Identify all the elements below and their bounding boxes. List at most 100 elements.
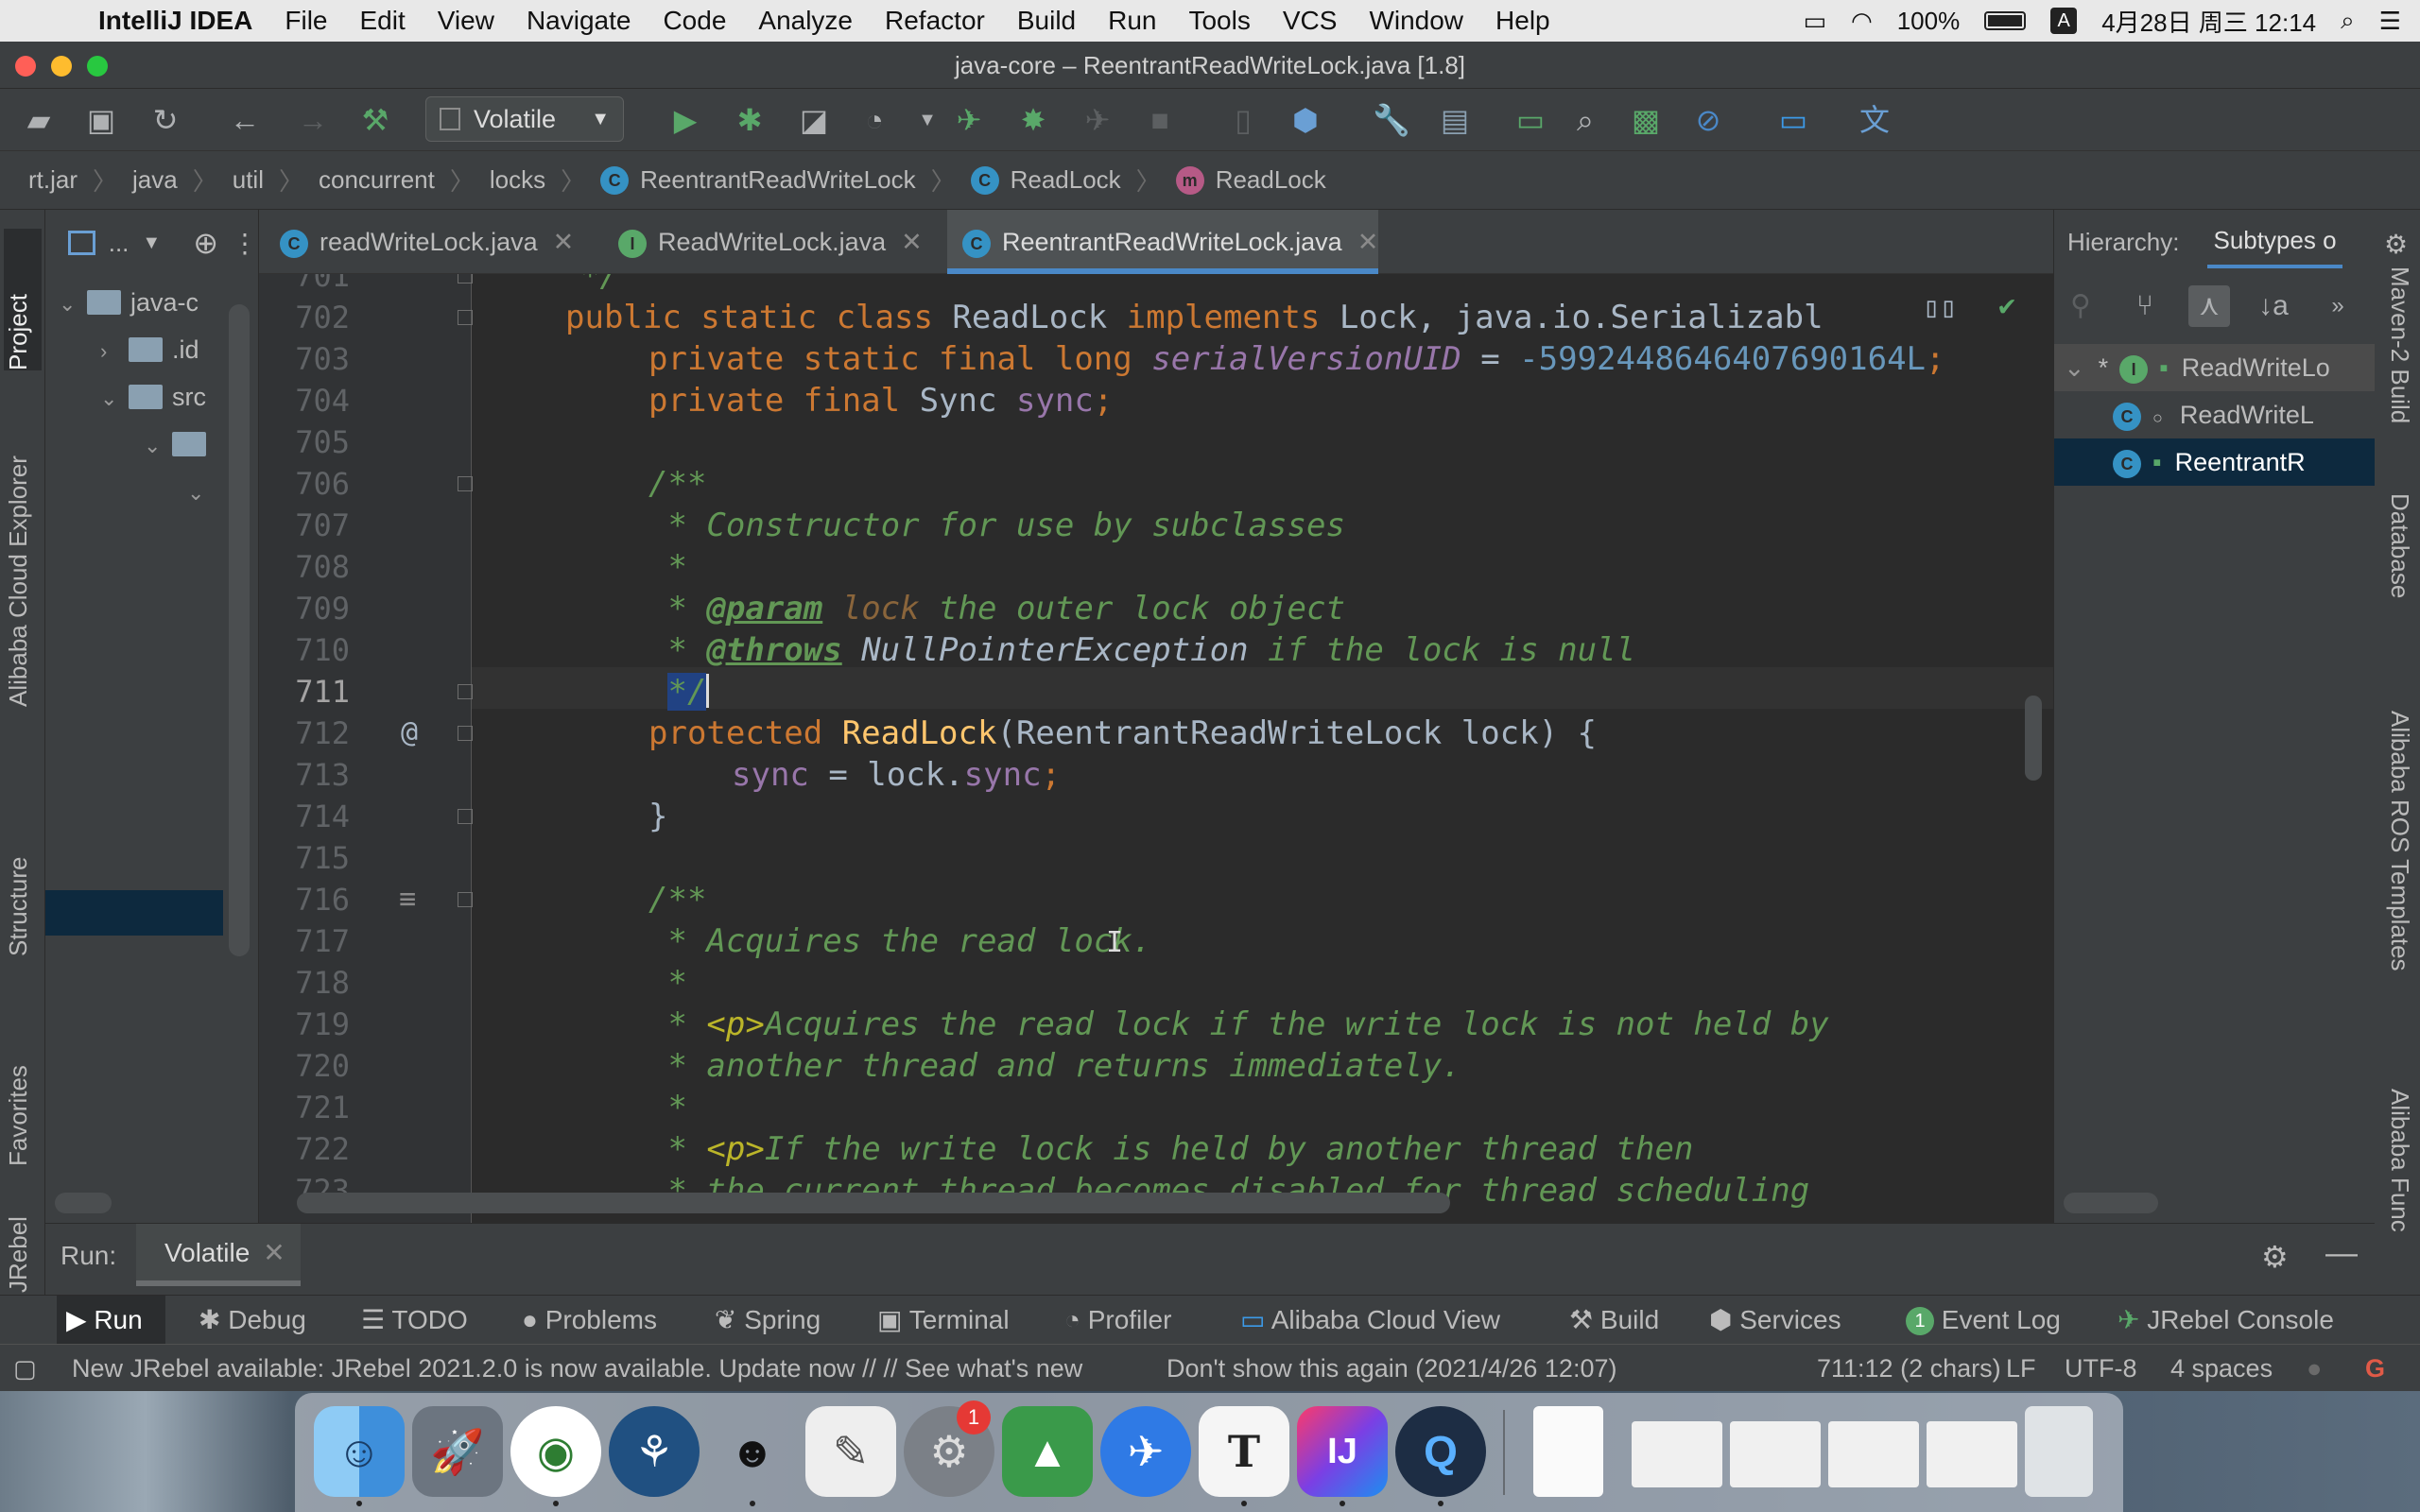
- tree-item-project-root[interactable]: ⌄ java-c: [59, 280, 199, 325]
- open-folder-icon[interactable]: ▰: [21, 102, 57, 138]
- profile-icon[interactable]: ◔: [856, 102, 892, 138]
- code-editor[interactable]: 701 702 703 704 705 706 707 708 709 710 …: [259, 274, 2053, 1224]
- tool-tab-jrebel[interactable]: JRebel: [4, 1174, 42, 1293]
- menu-tools[interactable]: Tools: [1188, 6, 1250, 36]
- tree-item-src[interactable]: ⌄ src: [100, 374, 206, 420]
- file-encoding[interactable]: UTF-8: [2065, 1354, 2137, 1383]
- zoom-window-button[interactable]: [87, 56, 108, 77]
- status-toggle-icon[interactable]: ▢: [13, 1354, 37, 1383]
- inspection-status-icon[interactable]: ●: [2307, 1354, 2322, 1383]
- menu-window[interactable]: Window: [1369, 6, 1463, 36]
- tree-item-idea[interactable]: › .id: [100, 327, 199, 372]
- fold-marker[interactable]: [458, 809, 473, 824]
- text-edit-icon[interactable]: ✎: [805, 1406, 896, 1497]
- hierarchy-item[interactable]: C ○ ReadWriteL: [2054, 391, 2375, 438]
- close-tab-icon[interactable]: ✕: [263, 1238, 285, 1267]
- tab-readwritelock-interface[interactable]: I ReadWriteLock.java ✕: [603, 210, 923, 274]
- debug-icon[interactable]: ✱: [732, 102, 768, 138]
- menu-build[interactable]: Build: [1017, 6, 1076, 36]
- jrebel-run-icon[interactable]: ✈: [951, 102, 987, 138]
- menu-refactor[interactable]: Refactor: [885, 6, 985, 36]
- coverage-icon[interactable]: ◪: [796, 102, 832, 138]
- status-dismiss[interactable]: Don't show this again (2021/4/26 12:07): [1167, 1354, 1616, 1383]
- run-config-select[interactable]: Volatile ▼: [425, 96, 624, 142]
- breadcrumb-item[interactable]: C ReentrantReadWriteLock 〉: [600, 163, 970, 198]
- fold-marker[interactable]: [458, 892, 473, 907]
- subtypes-icon[interactable]: ⑂: [2124, 285, 2166, 327]
- tool-tab-alibaba-cloud-explorer[interactable]: Alibaba Cloud Explorer: [4, 404, 42, 707]
- tool-tab-project[interactable]: Project: [4, 229, 42, 370]
- tab-alibaba-cloud-view[interactable]: ▭ Alibaba Cloud View: [1240, 1296, 1500, 1345]
- more-tools-icon[interactable]: »: [2317, 285, 2359, 327]
- power-save-icon[interactable]: ⊘: [1690, 102, 1726, 138]
- line-separator[interactable]: LF: [2006, 1354, 2036, 1383]
- vm-monitor-icon[interactable]: ▩: [1628, 102, 1664, 138]
- trash-icon[interactable]: [2025, 1406, 2093, 1497]
- project-hscrollbar[interactable]: [55, 1193, 112, 1213]
- profile-dropdown-icon[interactable]: ▼: [909, 102, 945, 138]
- more-icon[interactable]: ⋮: [232, 228, 258, 259]
- settings-wrench-icon[interactable]: 🔧: [1373, 102, 1410, 138]
- tab-debug[interactable]: ✱ Debug: [199, 1296, 306, 1345]
- locate-icon[interactable]: ⊕: [193, 225, 218, 261]
- tab-subtypes[interactable]: Subtypes o: [2207, 216, 2342, 268]
- notification-center-icon[interactable]: ☰: [2379, 7, 2401, 36]
- jrebel-debug-icon[interactable]: ✸: [1015, 102, 1051, 138]
- fold-marker[interactable]: [458, 476, 473, 491]
- fold-marker[interactable]: [458, 274, 473, 284]
- hierarchy-hscrollbar[interactable]: [2064, 1193, 2158, 1213]
- airplay-icon[interactable]: ▭: [1803, 7, 1826, 36]
- fold-marker[interactable]: [458, 684, 473, 699]
- hierarchy-item[interactable]: ⌄ * I ▪ ReadWriteLo: [2054, 344, 2375, 391]
- inspection-ok-icon[interactable]: ✔: [1998, 289, 2015, 322]
- menu-analyze[interactable]: Analyze: [758, 6, 853, 36]
- typora-icon[interactable]: T: [1199, 1406, 1289, 1497]
- reader-mode-icon[interactable]: ▯▯: [1923, 291, 1957, 324]
- chrome-icon[interactable]: ◉: [510, 1406, 601, 1497]
- input-method-icon[interactable]: A: [2050, 8, 2078, 34]
- menu-code[interactable]: Code: [663, 6, 726, 36]
- run-icon[interactable]: ▶: [667, 102, 703, 138]
- forward-icon[interactable]: →: [295, 102, 331, 138]
- tab-jrebel-console[interactable]: ✈ JRebel Console: [2118, 1296, 2334, 1345]
- intellij-icon[interactable]: IJ: [1297, 1406, 1388, 1497]
- tab-build[interactable]: ⚒ Build: [1569, 1296, 1659, 1345]
- build-hammer-icon[interactable]: ⚒: [357, 102, 393, 138]
- tab-profiler[interactable]: ◔ Profiler: [1064, 1296, 1171, 1345]
- editor-hscrollbar[interactable]: [297, 1193, 1904, 1213]
- breadcrumb-item[interactable]: locks 〉: [490, 163, 600, 198]
- menu-navigate[interactable]: Navigate: [527, 6, 631, 36]
- status-message[interactable]: New JRebel available: JRebel 2021.2.0 is…: [72, 1354, 1082, 1383]
- minimize-window-button[interactable]: [51, 56, 72, 77]
- tool-tab-alibaba-ros-templates[interactable]: Alibaba ROS Templates: [2380, 711, 2414, 971]
- breadcrumb-item[interactable]: rt.jar 〉: [28, 163, 132, 198]
- close-window-button[interactable]: [15, 56, 36, 77]
- tab-reentrantreadwritelock[interactable]: C ReentrantReadWriteLock.java ✕: [947, 210, 1379, 274]
- gear-icon[interactable]: ⚙: [2261, 1239, 2289, 1275]
- close-tab-icon[interactable]: ✕: [1357, 228, 1379, 256]
- terminal-window-icon[interactable]: ▭: [1512, 102, 1548, 138]
- tree-item-folder[interactable]: ⌄: [144, 421, 216, 467]
- finder-icon[interactable]: ☺: [314, 1406, 405, 1497]
- jrebel-disabled-icon[interactable]: ✈: [1080, 102, 1115, 138]
- tab-terminal[interactable]: ▣ Terminal: [877, 1296, 1010, 1345]
- tool-tab-maven[interactable]: Maven-2 Build: [2380, 266, 2414, 423]
- alibaba-cloud-icon[interactable]: ▭: [1775, 102, 1811, 138]
- sort-alpha-icon[interactable]: ↓a: [2253, 285, 2294, 327]
- project-scrollbar[interactable]: [229, 304, 250, 956]
- tab-event-log[interactable]: 1 Event Log: [1906, 1296, 2061, 1345]
- window-thumbnail-icon[interactable]: [1730, 1421, 1821, 1487]
- back-icon[interactable]: ←: [227, 102, 263, 138]
- hierarchy-item-selected[interactable]: C ▪ ReentrantR: [2054, 438, 2375, 486]
- qq-icon[interactable]: ☻: [707, 1406, 798, 1497]
- menu-run[interactable]: Run: [1108, 6, 1156, 36]
- project-view-select[interactable]: ...: [109, 229, 130, 258]
- tab-problems[interactable]: ● Problems: [522, 1296, 657, 1345]
- gear-icon[interactable]: ⚙: [2384, 229, 2408, 260]
- tree-item-subfolder[interactable]: ⌄: [187, 469, 216, 514]
- run-tab-volatile[interactable]: Volatile ✕: [136, 1224, 301, 1286]
- project-view-icon[interactable]: [68, 231, 95, 255]
- chevron-down-icon[interactable]: ▼: [142, 232, 161, 254]
- menu-app-name[interactable]: IntelliJ IDEA: [98, 6, 252, 36]
- close-tab-icon[interactable]: ✕: [901, 228, 923, 256]
